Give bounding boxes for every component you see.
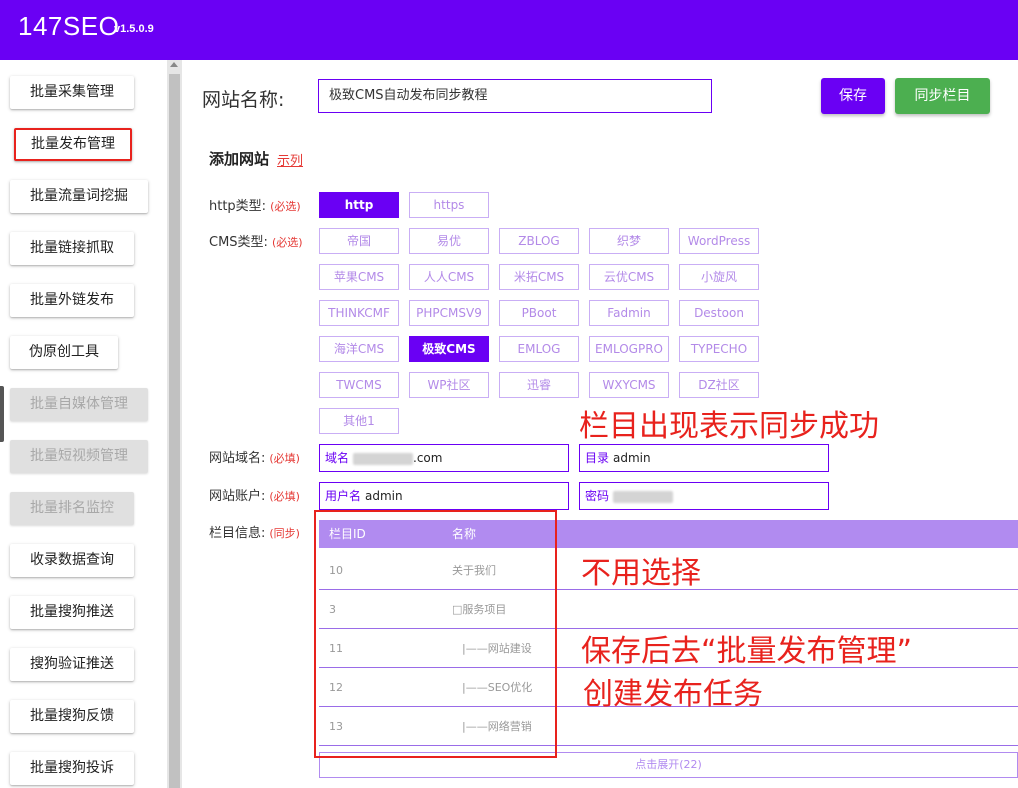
cms-option[interactable]: 织梦: [589, 228, 669, 254]
save-button[interactable]: 保存: [821, 78, 885, 114]
cms-option[interactable]: EMLOG: [499, 336, 579, 362]
sidebar-item-sogou-complaint[interactable]: 批量搜狗投诉: [10, 752, 134, 785]
required-mark: (必选): [270, 200, 301, 213]
directory-key: 目录: [585, 451, 610, 465]
annotation-highlight-box: [314, 510, 557, 758]
site-name-label: 网站名称:: [202, 89, 285, 111]
http-type-label: http类型: (必选): [209, 199, 301, 214]
sidebar-item-backlink-publish[interactable]: 批量外链发布: [10, 284, 134, 317]
cms-option[interactable]: Fadmin: [589, 300, 669, 326]
directory-value: admin: [613, 451, 651, 465]
scrollbar-thumb[interactable]: [169, 74, 180, 788]
columns-label: 栏目信息: (同步): [209, 526, 300, 541]
http-option-http[interactable]: http: [319, 192, 399, 218]
sidebar-collapse-handle[interactable]: [0, 386, 4, 442]
account-label: 网站账户: (必填): [209, 489, 300, 504]
sync-mark: (同步): [269, 527, 300, 540]
cms-option[interactable]: Destoon: [679, 300, 759, 326]
password-field[interactable]: 密码: [579, 482, 829, 510]
sidebar-item-collect[interactable]: 批量采集管理: [10, 76, 134, 109]
sidebar-scrollbar[interactable]: [167, 60, 182, 788]
sidebar: 批量采集管理 批量发布管理 批量流量词挖掘 批量链接抓取 批量外链发布 伪原创工…: [0, 60, 167, 788]
cms-option[interactable]: 小旋风: [679, 264, 759, 290]
username-key: 用户名: [325, 489, 362, 503]
domain-suffix: .com: [413, 451, 443, 465]
cms-option[interactable]: 迅睿: [499, 372, 579, 398]
cms-option[interactable]: THINKCMF: [319, 300, 399, 326]
main-panel: 网站名称: 极致CMS自动发布同步教程 保存 同步栏目 添加网站 示列 http…: [182, 60, 1018, 788]
site-name-input[interactable]: 极致CMS自动发布同步教程: [318, 79, 712, 113]
sidebar-item-media[interactable]: 批量自媒体管理: [10, 388, 148, 421]
sidebar-item-link-crawl[interactable]: 批量链接抓取: [10, 232, 134, 265]
cms-option[interactable]: TYPECHO: [679, 336, 759, 362]
add-site-title: 添加网站: [209, 150, 270, 168]
cms-option[interactable]: 人人CMS: [409, 264, 489, 290]
cms-option[interactable]: EMLOGPRO: [589, 336, 669, 362]
sidebar-item-video[interactable]: 批量短视频管理: [10, 440, 148, 473]
username-field[interactable]: 用户名 admin: [319, 482, 569, 510]
cms-option[interactable]: WP社区: [409, 372, 489, 398]
directory-field[interactable]: 目录 admin: [579, 444, 829, 472]
domain-label: 网站域名: (必填): [209, 451, 300, 466]
domain-key: 域名: [325, 451, 350, 465]
username-value: admin: [365, 489, 403, 503]
redacted-password: [613, 490, 674, 503]
example-link[interactable]: 示列: [277, 150, 303, 169]
annotation-go-publish: 保存后去“批量发布管理”: [581, 634, 913, 669]
domain-field[interactable]: 域名 .com: [319, 444, 569, 472]
top-bar: 147SEO v1.5.0.9: [0, 0, 1018, 60]
cms-option[interactable]: 苹果CMS: [319, 264, 399, 290]
app-title: 147SEO: [18, 11, 120, 41]
cms-option[interactable]: PBoot: [499, 300, 579, 326]
http-option-https[interactable]: https: [409, 192, 489, 218]
annotation-sync-success: 栏目出现表示同步成功: [579, 409, 879, 444]
cms-option[interactable]: ZBLOG: [499, 228, 579, 254]
cms-type-label: CMS类型: (必选): [209, 235, 303, 250]
required-mark: (必填): [269, 452, 300, 465]
cms-option-selected[interactable]: 极致CMS: [409, 336, 489, 362]
cms-option[interactable]: WordPress: [679, 228, 759, 254]
cms-option[interactable]: 帝国: [319, 228, 399, 254]
cms-option[interactable]: 云优CMS: [589, 264, 669, 290]
sidebar-item-index-query[interactable]: 收录数据查询: [10, 544, 134, 577]
required-mark: (必填): [269, 490, 300, 503]
cms-option[interactable]: 其他1: [319, 408, 399, 434]
cms-option[interactable]: DZ社区: [679, 372, 759, 398]
annotation-create-task: 创建发布任务: [583, 677, 763, 712]
annotation-no-select: 不用选择: [581, 556, 701, 591]
sidebar-item-sogou-verify[interactable]: 搜狗验证推送: [10, 648, 134, 681]
redacted-domain: [353, 452, 414, 465]
required-mark: (必选): [271, 236, 303, 249]
password-key: 密码: [585, 489, 610, 503]
sidebar-item-spinner-tool[interactable]: 伪原创工具: [10, 336, 118, 369]
sidebar-item-sogou-feedback[interactable]: 批量搜狗反馈: [10, 700, 134, 733]
cms-option[interactable]: 米拓CMS: [499, 264, 579, 290]
cms-option[interactable]: 易优: [409, 228, 489, 254]
sidebar-item-keyword-mining[interactable]: 批量流量词挖掘: [10, 180, 148, 213]
cms-option[interactable]: TWCMS: [319, 372, 399, 398]
scroll-up-arrow-icon[interactable]: [170, 62, 178, 67]
sidebar-item-publish[interactable]: 批量发布管理: [14, 128, 132, 161]
sidebar-item-rank-monitor[interactable]: 批量排名监控: [10, 492, 134, 525]
sidebar-item-sogou-push[interactable]: 批量搜狗推送: [10, 596, 134, 629]
cms-option[interactable]: PHPCMSV9: [409, 300, 489, 326]
sync-columns-button[interactable]: 同步栏目: [895, 78, 990, 114]
cms-option[interactable]: WXYCMS: [589, 372, 669, 398]
cms-option[interactable]: 海洋CMS: [319, 336, 399, 362]
app-version: v1.5.0.9: [114, 23, 154, 35]
